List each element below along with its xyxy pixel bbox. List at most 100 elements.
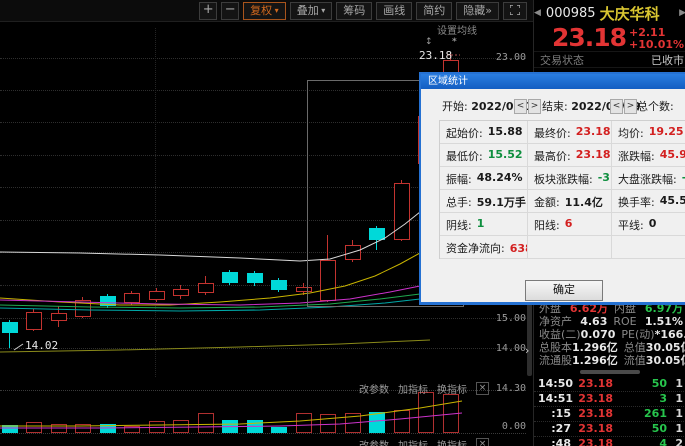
dialog-stat-value: 45.97% [660, 148, 685, 166]
end-date-label: 结束: [542, 100, 568, 113]
panel-divider-handle[interactable] [580, 370, 640, 374]
tick-time: :27 [538, 422, 571, 436]
tick-row[interactable]: :2723.18501 [534, 422, 685, 437]
axis-price-label: 14.00 [488, 343, 526, 354]
end-date-prev-button[interactable]: < [610, 99, 623, 114]
dialog-stat-cell: 振幅:48.24% [440, 167, 527, 189]
zoom-out-button[interactable]: − [221, 2, 239, 20]
start-date-next-button[interactable]: > [528, 99, 541, 114]
panel-scrollbar[interactable] [527, 300, 532, 376]
candle-body [51, 313, 67, 321]
updown-arrow-marker-icon[interactable]: ↕ [425, 37, 433, 47]
fundamental-stats: 外盘6.62万内盘6.97万净资产4.63ROE1.51%收益(二)0.070P… [534, 302, 685, 367]
dialog-stat-label: 换手率: [618, 194, 655, 212]
dialog-stat-cell: 阳线:6 [527, 213, 611, 235]
volume-bar [2, 425, 18, 433]
set-ma-link[interactable]: 设置均线 [437, 22, 477, 37]
volume-bar [247, 420, 263, 433]
tick-row[interactable]: :1523.182611 [534, 407, 685, 422]
stat-value: 0.070 [581, 328, 616, 341]
tick-row[interactable]: 14:5123.1831 [534, 392, 685, 407]
volume-bar [443, 394, 459, 433]
tick-list[interactable]: 14:5023.1850114:5123.1831:1523.182611:27… [534, 377, 685, 446]
close-indicator-icon[interactable]: × [476, 438, 489, 446]
stat-label: 流值 [624, 354, 646, 367]
dialog-stat-row: 起始价:15.88最终价:23.18均价:19.25 [440, 121, 685, 144]
stat-value: 1.296亿 [572, 341, 618, 354]
tick-count: 1 [667, 422, 683, 436]
change-params-link[interactable]: 改参数 [359, 381, 389, 396]
tick-volume: 261 [613, 407, 667, 421]
tick-time: 14:51 [538, 392, 571, 406]
ok-button[interactable]: 确定 [525, 280, 603, 301]
overlay-button[interactable]: 叠加 ▾ [290, 2, 333, 20]
candle-body [198, 283, 214, 293]
dialog-stat-row: 资金净流向:6385万 [440, 236, 685, 259]
change-params-link[interactable]: 改参数 [359, 437, 389, 446]
prev-stock-icon[interactable]: ◀ [534, 8, 541, 18]
tick-volume: 50 [613, 377, 667, 391]
dialog-stat-cell: 起始价:15.88 [440, 121, 527, 143]
tick-row[interactable]: :4823.1842 [534, 437, 685, 446]
stat-label: 总股本 [539, 341, 572, 354]
trade-status-value: 已收市 [651, 52, 684, 68]
marked-low-label: 14.02 [25, 339, 58, 352]
stat-label: PE(动) [621, 328, 654, 341]
dialog-stat-label: 涨跌幅: [618, 148, 655, 166]
dialog-stat-value: 11.4亿 [565, 194, 603, 212]
switch-indicator-link[interactable]: 换指标 [437, 381, 467, 396]
stat-label: 流通股 [539, 354, 572, 367]
panel-collapse-handle-icon[interactable]: › [525, 344, 529, 357]
axis-price-label: 14.30 [488, 383, 526, 394]
zoom-in-button[interactable]: + [199, 2, 217, 20]
volume-bar [26, 422, 42, 433]
dialog-stat-cell: 最低价:15.52 [440, 144, 527, 166]
stat-value: 30.05亿 [646, 354, 685, 367]
tick-price: 23.18 [571, 377, 613, 391]
dialog-stat-label: 资金净流向: [446, 240, 505, 258]
simple-button[interactable]: 简约 [416, 2, 452, 20]
stat-row: 收益(二)0.070PE(动)*166.46 [534, 328, 685, 341]
dialog-stat-cell: 总手:59.1万手 [440, 190, 527, 212]
dialog-stat-label: 板块涨跌幅: [534, 171, 593, 189]
dialog-stat-label: 阳线: [534, 217, 560, 235]
stock-code: 000985 [546, 6, 596, 21]
dialog-stat-label: 最高价: [534, 148, 571, 166]
add-indicator-link[interactable]: 加指标 [398, 437, 428, 446]
fuquan-button[interactable]: 复权 ▾ [243, 2, 286, 20]
dialog-stat-cell: 平线:0 [611, 213, 685, 235]
tick-price: 23.18 [571, 407, 613, 421]
drawline-button[interactable]: 画线 [376, 2, 412, 20]
trade-status-row: 交易状态 已收市 [534, 51, 685, 68]
next-stock-icon[interactable]: ▶ [679, 8, 685, 18]
chevron-down-icon: ▾ [272, 6, 279, 15]
dialog-stat-value: 15.88 [488, 125, 523, 143]
last-price: 23.18 [552, 23, 626, 52]
add-indicator-link[interactable]: 加指标 [398, 381, 428, 396]
flower-marker-icon[interactable]: * [452, 37, 457, 47]
stat-label: 总值 [624, 341, 646, 354]
dialog-stat-row: 最低价:15.52最高价:23.18涨跌幅:45.97% [440, 144, 685, 167]
volume-bar [296, 413, 312, 433]
dialog-stat-value: 45.58% [660, 194, 685, 212]
dialog-stat-value: 59.1万手 [477, 194, 526, 212]
tick-price: 23.18 [571, 392, 613, 406]
fullscreen-button[interactable] [503, 2, 527, 20]
close-indicator-icon[interactable]: × [476, 382, 489, 395]
end-date-next-button[interactable]: > [624, 99, 637, 114]
dialog-stat-label: 振幅: [446, 171, 472, 189]
dialog-stat-value: 0 [649, 217, 657, 235]
switch-indicator-link[interactable]: 换指标 [437, 437, 467, 446]
gridline [0, 348, 526, 349]
tick-row[interactable]: 14:5023.18501 [534, 377, 685, 392]
volume-bar [345, 413, 361, 433]
chips-button[interactable]: 筹码 [336, 2, 372, 20]
volume-bar [222, 420, 238, 433]
hide-button[interactable]: 隐藏» [456, 2, 499, 20]
dialog-title[interactable]: 区域统计 [421, 74, 685, 89]
gridline [0, 318, 526, 319]
volume-bar [369, 412, 385, 433]
dialog-stat-label: 大盘涨跌幅: [618, 171, 677, 189]
trade-status-label: 交易状态 [540, 52, 584, 68]
start-date-prev-button[interactable]: < [514, 99, 527, 114]
